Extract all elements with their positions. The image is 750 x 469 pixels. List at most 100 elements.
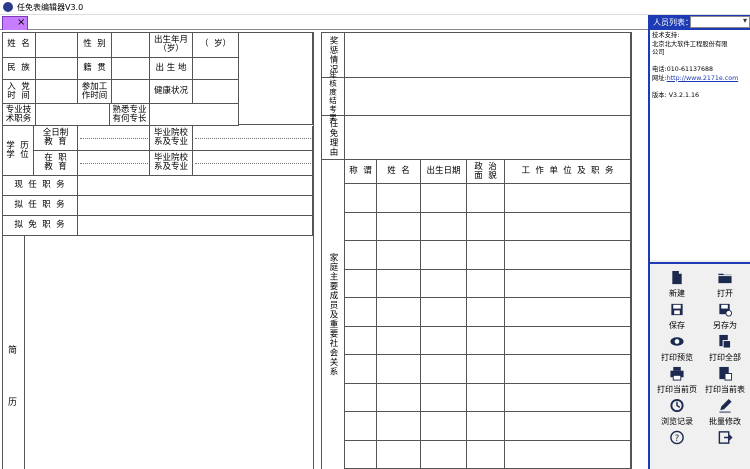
print-page-button[interactable]: 打印当前页 — [653, 366, 701, 398]
family-cell[interactable] — [505, 184, 631, 213]
family-cell[interactable] — [377, 184, 421, 213]
family-cell[interactable] — [377, 355, 421, 384]
family-cell[interactable] — [467, 355, 505, 384]
family-cell[interactable] — [421, 269, 467, 298]
family-cell[interactable] — [421, 326, 467, 355]
family-cell[interactable] — [467, 326, 505, 355]
family-cell[interactable] — [467, 269, 505, 298]
family-cell[interactable] — [377, 412, 421, 441]
family-cell[interactable] — [345, 440, 377, 469]
family-cell[interactable] — [421, 212, 467, 241]
family-cell[interactable] — [467, 212, 505, 241]
tool-label: 打开 — [717, 289, 733, 298]
family-cell[interactable] — [345, 412, 377, 441]
family-cell[interactable] — [505, 212, 631, 241]
origin-field[interactable] — [112, 58, 150, 80]
help-button[interactable]: ? — [653, 430, 701, 448]
print-all-button[interactable]: 打印全部 — [701, 334, 749, 366]
website-link[interactable]: http://www.2171e.com — [667, 75, 739, 82]
family-cell[interactable] — [377, 241, 421, 270]
label-family: 家庭主要成员及重要社会关系 — [321, 160, 345, 469]
family-cell[interactable] — [505, 269, 631, 298]
new-button[interactable]: 新建 — [653, 270, 701, 302]
photo-box[interactable] — [239, 32, 313, 125]
family-cell[interactable] — [467, 412, 505, 441]
family-cell[interactable] — [467, 298, 505, 327]
family-cell[interactable] — [505, 440, 631, 469]
tool-label: 浏览记录 — [661, 417, 693, 426]
print-preview-button[interactable]: 打印预览 — [653, 334, 701, 366]
family-cell[interactable] — [505, 412, 631, 441]
tool-label: 打印全部 — [709, 353, 741, 362]
current-post-field[interactable] — [78, 176, 313, 196]
chevron-down-icon: ▾ — [742, 16, 747, 25]
family-cell[interactable] — [345, 212, 377, 241]
family-cell[interactable] — [345, 298, 377, 327]
open-button[interactable]: 打开 — [701, 270, 749, 302]
family-cell[interactable] — [345, 326, 377, 355]
document-tab[interactable]: × — [2, 16, 28, 30]
label-reason: 任免理由 — [321, 116, 345, 160]
family-cell[interactable] — [377, 383, 421, 412]
person-list-select[interactable]: ▾ — [690, 16, 750, 28]
family-cell[interactable] — [345, 269, 377, 298]
gender-field[interactable] — [112, 32, 150, 58]
family-cell[interactable] — [505, 241, 631, 270]
remove-post-field[interactable] — [78, 216, 313, 236]
reward-field[interactable] — [345, 32, 631, 78]
birth-field[interactable]: （ 岁） — [193, 32, 239, 58]
family-cell[interactable] — [345, 241, 377, 270]
window-title: 任免表编辑器V3.0 — [17, 3, 84, 12]
family-cell[interactable] — [421, 355, 467, 384]
family-cell[interactable] — [467, 184, 505, 213]
ethnicity-field[interactable] — [36, 58, 78, 80]
resume-field[interactable] — [25, 236, 313, 469]
family-cell[interactable] — [467, 241, 505, 270]
family-cell[interactable] — [345, 184, 377, 213]
family-cell[interactable] — [421, 184, 467, 213]
close-tab-icon[interactable]: × — [17, 17, 25, 29]
work-start-field[interactable] — [112, 80, 150, 104]
history-button[interactable]: 浏览记录 — [653, 398, 701, 430]
exit-button[interactable] — [701, 430, 749, 448]
col-workplace: 工 作 单 位 及 职 务 — [505, 160, 631, 184]
info-line: 版本: V3.2.1.16 — [652, 91, 700, 99]
dotted-divider — [80, 163, 148, 164]
family-cell[interactable] — [467, 440, 505, 469]
info-line: 公司 — [652, 49, 665, 56]
family-cell[interactable] — [505, 383, 631, 412]
print-table-button[interactable]: 打印当前表 — [701, 366, 749, 398]
batch-edit-button[interactable]: 批量修改 — [701, 398, 749, 430]
family-cell[interactable] — [505, 298, 631, 327]
family-cell[interactable] — [421, 383, 467, 412]
family-cell[interactable] — [377, 326, 421, 355]
label-education: 学 历 学 位 — [2, 126, 34, 176]
family-cell[interactable] — [345, 383, 377, 412]
birthplace-field[interactable] — [193, 58, 239, 80]
family-cell[interactable] — [421, 298, 467, 327]
family-cell[interactable] — [505, 326, 631, 355]
family-cell[interactable] — [377, 298, 421, 327]
save-button[interactable]: 保存 — [653, 302, 701, 334]
name-field[interactable] — [36, 32, 78, 58]
family-cell[interactable] — [377, 440, 421, 469]
family-cell[interactable] — [467, 383, 505, 412]
tool-label: 打印当前表 — [705, 385, 745, 394]
tech-field[interactable] — [36, 104, 110, 126]
family-cell[interactable] — [505, 355, 631, 384]
label-name: 姓 名 — [2, 32, 36, 58]
family-cell[interactable] — [377, 269, 421, 298]
family-cell[interactable] — [421, 241, 467, 270]
family-cell[interactable] — [421, 440, 467, 469]
party-field[interactable] — [36, 80, 78, 104]
exit-icon — [718, 431, 733, 444]
family-cell[interactable] — [377, 212, 421, 241]
save-as-button[interactable]: 另存为 — [701, 302, 749, 334]
reason-field[interactable] — [345, 116, 631, 160]
proposed-post-field[interactable] — [78, 196, 313, 216]
health-field[interactable] — [193, 80, 239, 104]
annual-field[interactable] — [345, 78, 631, 116]
family-cell[interactable] — [345, 355, 377, 384]
family-cell[interactable] — [421, 412, 467, 441]
expertise-field[interactable] — [150, 104, 239, 126]
